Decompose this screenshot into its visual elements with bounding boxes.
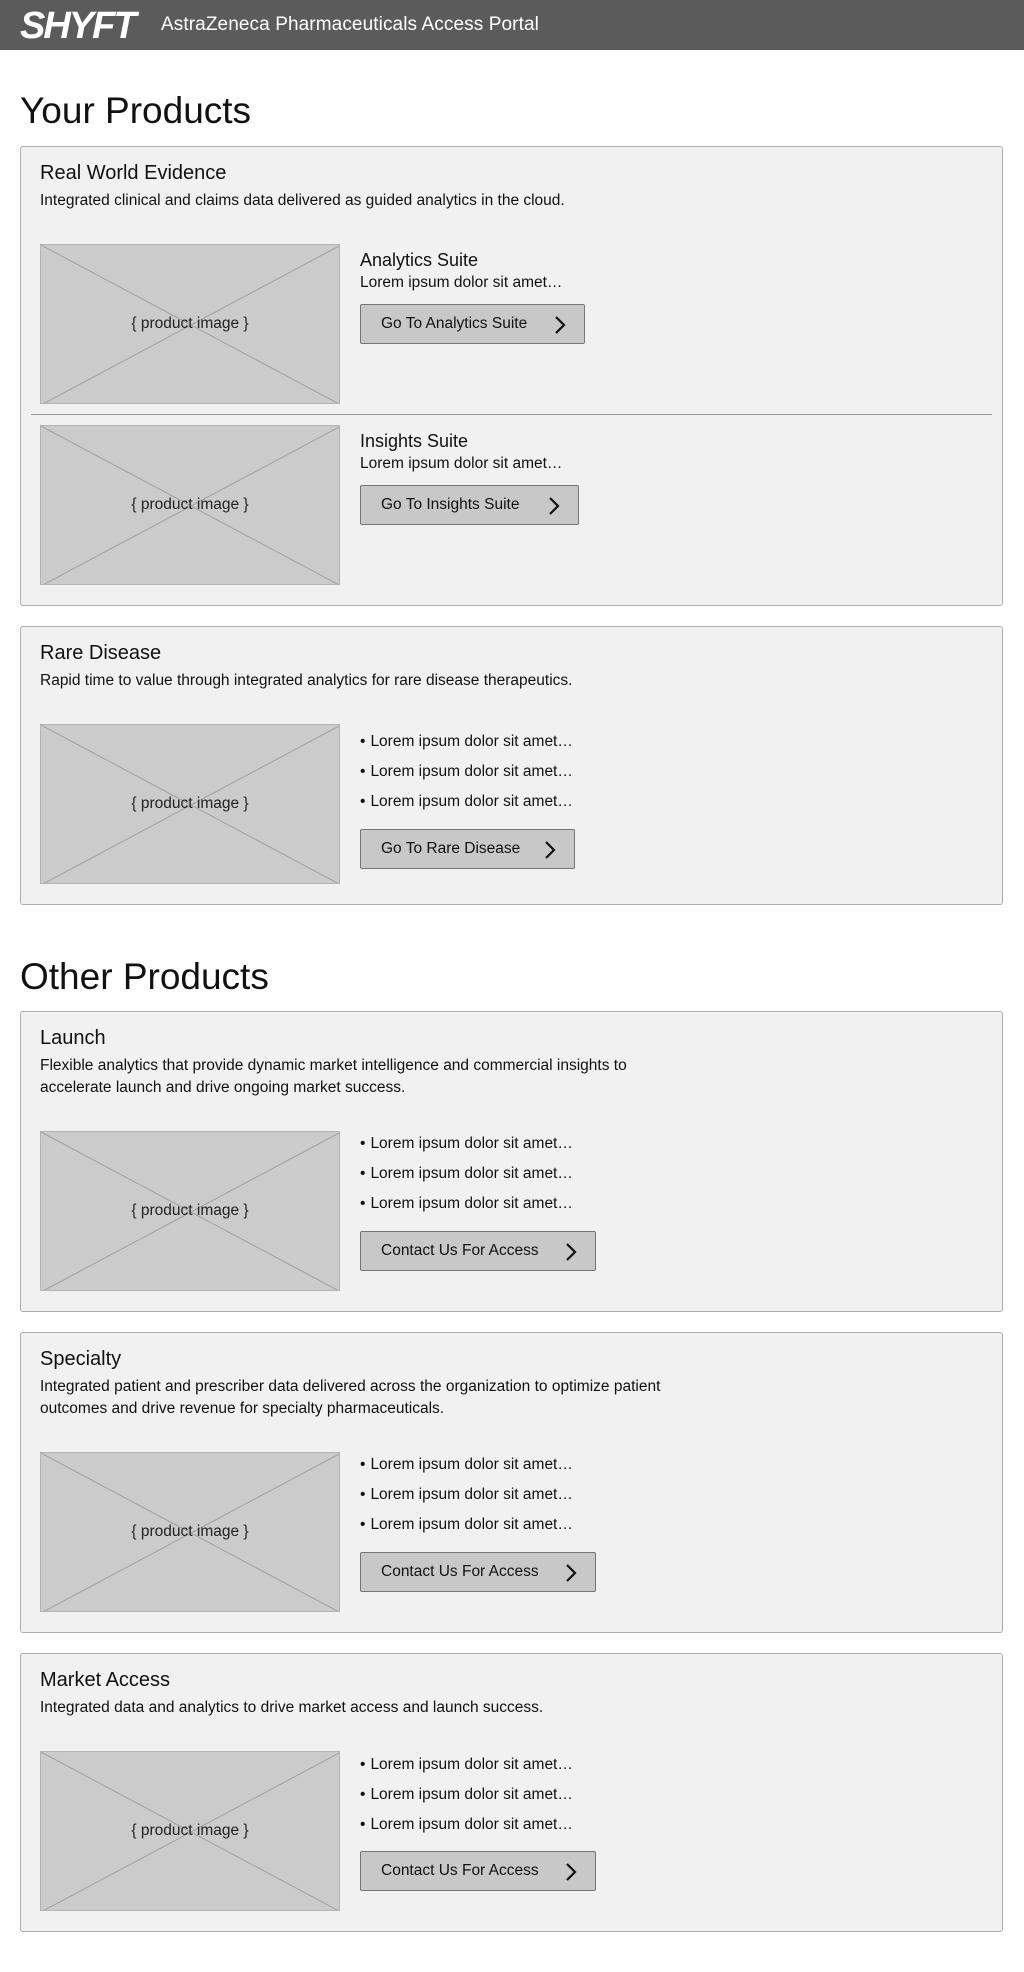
card-description: Integrated clinical and claims data deli… — [40, 192, 565, 209]
shyft-logo[interactable]: SHYFT — [20, 7, 152, 43]
chevron-right-icon — [566, 1863, 577, 1881]
analytics-suite-description: Lorem ipsum dolor sit amet… — [360, 274, 563, 291]
list-item: Lorem ipsum dolor sit amet… — [360, 1480, 572, 1510]
list-item: Lorem ipsum dolor sit amet… — [360, 1750, 572, 1780]
insights-suite-description: Lorem ipsum dolor sit amet… — [360, 455, 563, 472]
card-title: Market Access — [40, 1669, 171, 1691]
button-label: Contact Us For Access — [381, 1563, 539, 1580]
image-placeholder-label: { product image } — [131, 315, 249, 332]
list-item: Lorem ipsum dolor sit amet… — [360, 1159, 572, 1189]
list-item: Lorem ipsum dolor sit amet… — [360, 1450, 572, 1480]
button-label: Contact Us For Access — [381, 1242, 539, 1259]
product-image-placeholder: { product image } — [40, 1751, 340, 1911]
contact-us-for-access-button[interactable]: Contact Us For Access — [360, 1552, 596, 1592]
list-item: Lorem ipsum dolor sit amet… — [360, 757, 572, 787]
image-placeholder-label: { product image } — [131, 496, 249, 513]
image-placeholder-label: { product image } — [131, 1202, 249, 1219]
list-item: Lorem ipsum dolor sit amet… — [360, 1780, 572, 1810]
contact-us-for-access-button[interactable]: Contact Us For Access — [360, 1231, 596, 1271]
chevron-right-icon — [555, 316, 566, 334]
list-item: Lorem ipsum dolor sit amet… — [360, 787, 572, 817]
go-to-rare-disease-button[interactable]: Go To Rare Disease — [360, 829, 575, 869]
other-products-heading: Other Products — [20, 956, 269, 997]
card-description: Integrated data and analytics to drive m… — [40, 1699, 544, 1716]
portal-title: AstraZeneca Pharmaceuticals Access Porta… — [161, 14, 539, 35]
card-title: Rare Disease — [40, 642, 162, 664]
list-item: Lorem ipsum dolor sit amet… — [360, 727, 572, 757]
your-products-heading: Your Products — [20, 90, 252, 131]
button-label: Go To Rare Disease — [381, 840, 521, 857]
list-item: Lorem ipsum dolor sit amet… — [360, 1189, 572, 1219]
chevron-right-icon — [566, 1243, 577, 1261]
card-title: Specialty — [40, 1348, 122, 1370]
image-placeholder-label: { product image } — [131, 795, 249, 812]
specialty-card: Specialty Integrated patient and prescri… — [20, 1332, 1003, 1633]
feature-list: Lorem ipsum dolor sit amet… Lorem ipsum … — [360, 1129, 572, 1219]
button-label: Go To Analytics Suite — [381, 315, 528, 332]
chevron-right-icon — [545, 841, 556, 859]
svg-text:SHYFT: SHYFT — [20, 7, 139, 43]
product-image-placeholder: { product image } — [40, 425, 340, 585]
list-item: Lorem ipsum dolor sit amet… — [360, 1510, 572, 1540]
real-world-evidence-card: Real World Evidence Integrated clinical … — [20, 146, 1003, 606]
image-placeholder-label: { product image } — [131, 1523, 249, 1540]
button-label: Go To Insights Suite — [381, 496, 520, 513]
product-image-placeholder: { product image } — [40, 244, 340, 404]
product-divider — [31, 414, 992, 415]
chevron-right-icon — [549, 497, 560, 515]
feature-list: Lorem ipsum dolor sit amet… Lorem ipsum … — [360, 1750, 572, 1840]
product-image-placeholder: { product image } — [40, 1452, 340, 1612]
card-description: Flexible analytics that provide dynamic … — [40, 1057, 627, 1096]
insights-suite-title: Insights Suite — [360, 431, 469, 451]
card-description: Integrated patient and prescriber data d… — [40, 1378, 661, 1417]
rare-disease-card: Rare Disease Rapid time to value through… — [20, 626, 1003, 905]
launch-card: Launch Flexible analytics that provide d… — [20, 1011, 1003, 1312]
market-access-card: Market Access Integrated data and analyt… — [20, 1653, 1003, 1932]
card-title: Real World Evidence — [40, 162, 227, 184]
image-placeholder-label: { product image } — [131, 1822, 249, 1839]
go-to-insights-suite-button[interactable]: Go To Insights Suite — [360, 485, 579, 525]
card-title: Launch — [40, 1027, 106, 1049]
product-image-placeholder: { product image } — [40, 724, 340, 884]
card-description: Rapid time to value through integrated a… — [40, 672, 573, 689]
feature-list: Lorem ipsum dolor sit amet… Lorem ipsum … — [360, 727, 572, 817]
top-bar: SHYFT AstraZeneca Pharmaceuticals Access… — [0, 0, 1024, 50]
product-image-placeholder: { product image } — [40, 1131, 340, 1291]
list-item: Lorem ipsum dolor sit amet… — [360, 1810, 572, 1840]
button-label: Contact Us For Access — [381, 1862, 539, 1879]
go-to-analytics-suite-button[interactable]: Go To Analytics Suite — [360, 304, 585, 344]
list-item: Lorem ipsum dolor sit amet… — [360, 1129, 572, 1159]
chevron-right-icon — [566, 1564, 577, 1582]
analytics-suite-title: Analytics Suite — [360, 250, 479, 270]
feature-list: Lorem ipsum dolor sit amet… Lorem ipsum … — [360, 1450, 572, 1540]
contact-us-for-access-button[interactable]: Contact Us For Access — [360, 1851, 596, 1891]
